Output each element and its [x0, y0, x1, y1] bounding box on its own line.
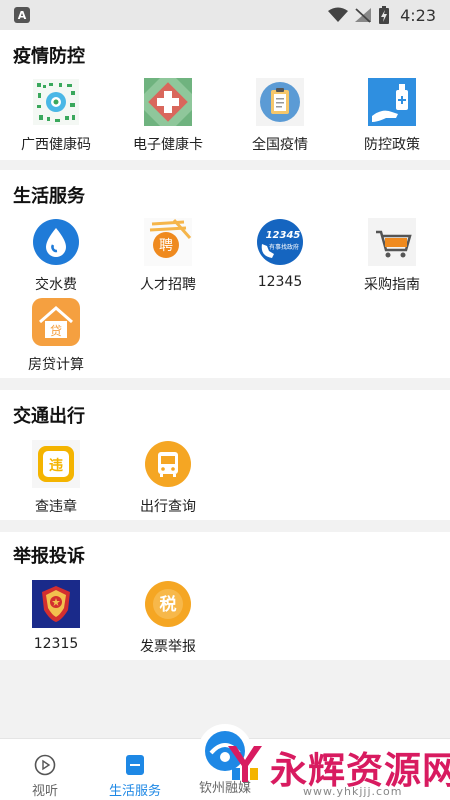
recruit-icon: 聘 — [144, 218, 192, 266]
grid-item-health-card[interactable]: 电子健康卡 — [112, 78, 224, 154]
grid-item-health-code[interactable]: 广西健康码 — [0, 78, 112, 154]
grid-item-invoice-report[interactable]: 税 发票举报 — [112, 580, 224, 656]
item-label: 发票举报 — [140, 639, 196, 655]
health-card-icon — [144, 78, 192, 126]
bus-icon — [144, 440, 192, 488]
recruit-char: 聘 — [159, 238, 173, 254]
no-signal-icon — [355, 8, 372, 23]
grid-item-check-violations[interactable]: 违 查违章 — [0, 440, 112, 516]
item-label: 12345 — [257, 274, 303, 290]
item-label: 防控政策 — [364, 137, 420, 153]
item-label: 广西健康码 — [21, 137, 91, 153]
status-bar: A 4:23 — [0, 0, 450, 30]
tab-label: 生活服务 — [108, 784, 161, 799]
tab-audiovisual[interactable]: 视听 — [0, 739, 90, 800]
service-card-icon — [123, 753, 147, 777]
shopping-cart-icon — [368, 218, 416, 266]
watermark-url: www.yhkjjj.com — [303, 785, 403, 798]
item-label: 查违章 — [35, 499, 77, 515]
grid-item-12315[interactable]: 12315 — [0, 580, 112, 652]
loan-char: 贷 — [50, 324, 62, 338]
hotline-icon: 12345 有事找政府 — [256, 218, 304, 266]
grid-item-travel-query[interactable]: 出行查询 — [112, 440, 224, 516]
sanitizer-icon — [368, 78, 416, 126]
section-title: 生活服务 — [13, 186, 85, 207]
grid-item-12345[interactable]: 12345 有事找政府 12345 — [224, 218, 336, 290]
tax-char: 税 — [160, 594, 177, 615]
app-notification-icon: A — [14, 7, 30, 23]
wifi-icon — [328, 7, 349, 22]
qr-code-icon — [32, 78, 80, 126]
emblem-icon — [32, 580, 80, 628]
tax-icon: 税 — [144, 580, 192, 628]
violation-icon: 违 — [32, 440, 80, 488]
grid-item-mortgage-calc[interactable]: 贷 房贷计算 — [0, 298, 112, 374]
section-epidemic: 疫情防控 广西健康码 电子健康卡 全国疫情 防控政策 — [0, 30, 450, 160]
section-title: 交通出行 — [13, 406, 85, 427]
item-label: 人才招聘 — [140, 277, 196, 293]
item-label: 12315 — [33, 636, 79, 652]
clipboard-icon — [256, 78, 304, 126]
house-loan-icon: 贷 — [32, 298, 80, 346]
item-label: 交水费 — [35, 277, 77, 293]
section-title: 举报投诉 — [13, 546, 85, 567]
item-label: 全国疫情 — [252, 137, 308, 153]
section-complaints: 举报投诉 12315 税 发票举报 — [0, 532, 450, 660]
section-title: 疫情防控 — [13, 46, 85, 67]
item-label: 房贷计算 — [28, 357, 84, 373]
item-label: 出行查询 — [140, 499, 196, 515]
hotline-number: 12345 — [266, 230, 301, 241]
hotline-sub: 有事找政府 — [269, 243, 299, 251]
section-life-services: 生活服务 交水费 聘 人才招聘 12345 有事找政府 12345 采购指南 贷… — [0, 170, 450, 378]
battery-charging-icon — [379, 6, 390, 24]
grid-item-recruitment[interactable]: 聘 人才招聘 — [112, 218, 224, 294]
grid-item-national-epidemic[interactable]: 全国疫情 — [224, 78, 336, 154]
tab-label: 视听 — [31, 784, 58, 799]
item-label: 电子健康卡 — [133, 137, 203, 153]
section-transport: 交通出行 违 查违章 出行查询 — [0, 390, 450, 520]
grid-item-purchase-guide[interactable]: 采购指南 — [336, 218, 448, 294]
grid-item-prevention-policy[interactable]: 防控政策 — [336, 78, 448, 154]
tab-life-services[interactable]: 生活服务 — [90, 739, 180, 800]
clock: 4:23 — [400, 5, 436, 25]
play-circle-icon — [33, 753, 57, 777]
grid-item-water-bill[interactable]: 交水费 — [0, 218, 112, 294]
water-drop-icon — [32, 218, 80, 266]
watermark-logo-icon — [228, 746, 262, 782]
violation-char: 违 — [49, 457, 63, 474]
item-label: 采购指南 — [364, 277, 420, 293]
